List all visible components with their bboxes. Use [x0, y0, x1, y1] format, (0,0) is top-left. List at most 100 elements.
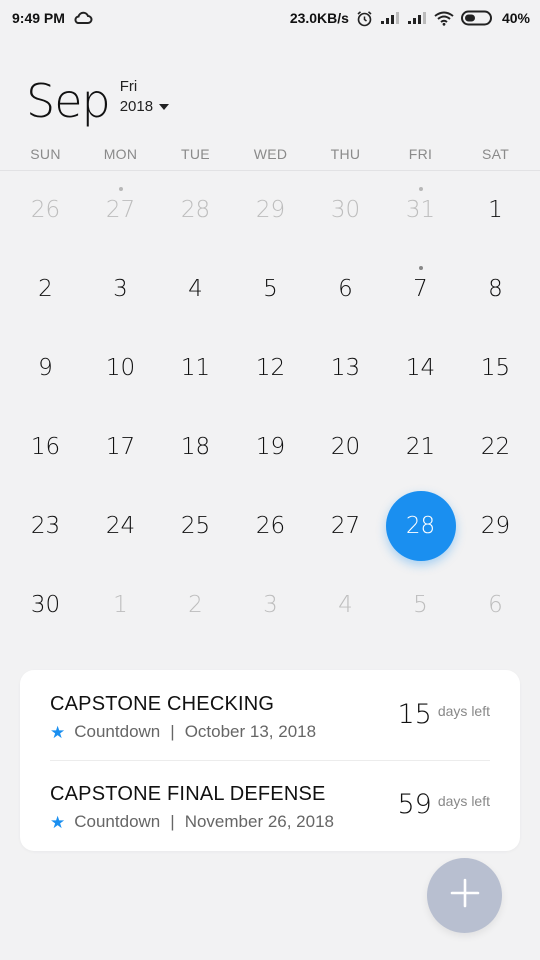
event-countdown: 15 days left: [398, 700, 491, 730]
event-type: Countdown: [74, 812, 161, 831]
month-title: Sep: [26, 74, 111, 128]
day-cell[interactable]: 14: [383, 328, 458, 407]
day-cell[interactable]: 2: [8, 249, 83, 328]
day-cell[interactable]: 28: [158, 170, 233, 249]
battery-percent: 40%: [501, 10, 530, 26]
day-number: 26: [30, 196, 61, 223]
weekday-fri: FRI: [408, 146, 433, 162]
day-number: 30: [30, 591, 61, 618]
day-number: 29: [480, 512, 511, 539]
day-cell[interactable]: 20: [308, 407, 383, 486]
day-cell[interactable]: 22: [458, 407, 533, 486]
day-cell-selected[interactable]: 28: [383, 486, 458, 565]
days-left-label: days left: [437, 793, 490, 809]
day-cell[interactable]: 26: [8, 170, 83, 249]
days-left-label: days left: [437, 703, 490, 719]
day-number: 6: [338, 275, 353, 302]
days-count: 15: [397, 699, 432, 730]
event-title: CAPSTONE CHECKING: [50, 693, 275, 715]
event-subtitle: ★ Countdown | October 13, 2018: [50, 722, 316, 742]
event-dot: [418, 266, 423, 270]
day-cell[interactable]: 30: [308, 170, 383, 249]
day-cell[interactable]: 2: [158, 565, 233, 644]
day-cell[interactable]: 12: [233, 328, 308, 407]
day-cell[interactable]: 1: [83, 565, 158, 644]
weekday-mon: MON: [103, 146, 138, 162]
day-number: 27: [330, 512, 361, 539]
day-cell[interactable]: 15: [458, 328, 533, 407]
day-cell[interactable]: 30: [8, 565, 83, 644]
day-cell[interactable]: 8: [458, 249, 533, 328]
year-selector[interactable]: 2018: [119, 98, 170, 116]
day-number: 5: [413, 591, 428, 618]
day-cell[interactable]: 21: [383, 407, 458, 486]
day-cell[interactable]: 6: [308, 249, 383, 328]
day-number: 15: [480, 354, 511, 381]
day-number: 9: [38, 354, 53, 381]
day-cell[interactable]: 9: [8, 328, 83, 407]
day-number: 12: [255, 354, 286, 381]
day-cell[interactable]: 19: [233, 407, 308, 486]
day-number: 2: [188, 591, 203, 618]
event-item[interactable]: CAPSTONE FINAL DEFENSE ★ Countdown | Nov…: [50, 760, 490, 850]
add-event-button[interactable]: [427, 858, 502, 933]
star-icon: ★: [50, 722, 66, 742]
day-number: 11: [180, 354, 211, 381]
day-cell[interactable]: 7: [383, 249, 458, 328]
day-cell[interactable]: 26: [233, 486, 308, 565]
signal-icon: [407, 11, 427, 25]
day-cell[interactable]: 10: [83, 328, 158, 407]
day-number: 20: [330, 433, 361, 460]
day-cell[interactable]: 5: [383, 565, 458, 644]
day-number: 22: [480, 433, 511, 460]
day-cell[interactable]: 27: [308, 486, 383, 565]
day-cell[interactable]: 3: [233, 565, 308, 644]
plus-icon: [450, 878, 480, 913]
year-label: 2018: [119, 98, 154, 115]
day-cell[interactable]: 29: [458, 486, 533, 565]
event-dot: [418, 187, 423, 191]
weekday-tue: TUE: [181, 146, 210, 162]
day-cell[interactable]: 3: [83, 249, 158, 328]
day-cell[interactable]: 31: [383, 170, 458, 249]
day-cell[interactable]: 27: [83, 170, 158, 249]
day-cell[interactable]: 18: [158, 407, 233, 486]
day-cell[interactable]: 25: [158, 486, 233, 565]
day-cell[interactable]: 23: [8, 486, 83, 565]
day-number: 28: [180, 196, 211, 223]
day-cell[interactable]: 13: [308, 328, 383, 407]
event-date: November 26, 2018: [184, 812, 335, 831]
wifi-icon: [434, 11, 454, 26]
day-cell[interactable]: 6: [458, 565, 533, 644]
event-dot: [118, 187, 123, 191]
day-cell[interactable]: 24: [83, 486, 158, 565]
battery-icon: [460, 10, 495, 26]
day-cell[interactable]: 11: [158, 328, 233, 407]
events-card: CAPSTONE CHECKING ★ Countdown | October …: [20, 670, 520, 851]
day-cell[interactable]: 5: [233, 249, 308, 328]
day-cell[interactable]: 4: [308, 565, 383, 644]
day-number: 30: [330, 196, 361, 223]
day-number: 2: [38, 275, 53, 302]
day-cell[interactable]: 4: [158, 249, 233, 328]
day-number: 23: [30, 512, 61, 539]
event-item[interactable]: CAPSTONE CHECKING ★ Countdown | October …: [50, 670, 490, 760]
day-number: 31: [405, 196, 436, 223]
day-number: 13: [330, 354, 361, 381]
weekday-sat: SAT: [481, 146, 510, 162]
date-meta: Fri 2018: [119, 78, 170, 116]
day-cell[interactable]: 17: [83, 407, 158, 486]
day-number: 1: [113, 591, 128, 618]
day-number: 26: [255, 512, 286, 539]
weekday-header: SUN MON TUE WED THU FRI SAT: [8, 146, 532, 162]
day-number: 21: [405, 433, 436, 460]
event-subtitle: ★ Countdown | November 26, 2018: [50, 812, 334, 832]
day-number: 6: [488, 591, 503, 618]
day-number: 10: [105, 354, 136, 381]
weekday-sun: SUN: [30, 146, 61, 162]
day-cell[interactable]: 16: [8, 407, 83, 486]
day-number: 7: [413, 275, 428, 302]
separator: |: [170, 722, 175, 741]
day-cell[interactable]: 29: [233, 170, 308, 249]
day-cell[interactable]: 1: [458, 170, 533, 249]
